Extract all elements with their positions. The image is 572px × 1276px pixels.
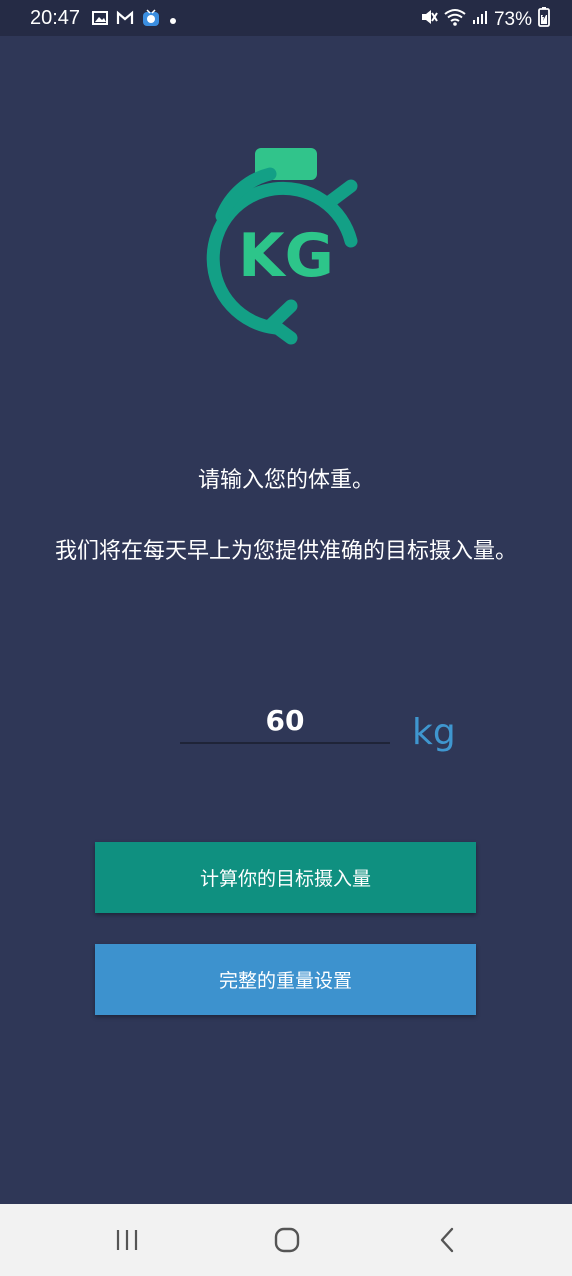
status-bar: 20:47 73% [0,0,572,36]
back-button[interactable] [423,1222,473,1262]
weight-input[interactable] [180,698,390,744]
signal-icon [472,9,488,31]
logo-text: KG [238,221,334,291]
prompt-line-2: 我们将在每天早上为您提供准确的目标摄入量。 [54,539,517,564]
battery-percent: 73% [493,9,532,30]
recent-apps-button[interactable] [102,1222,152,1262]
back-icon [438,1227,458,1257]
recent-apps-icon [114,1228,140,1256]
status-time: 20:47 [30,7,81,29]
notification-icons [92,9,178,33]
weight-unit-label: kg [412,712,456,753]
app-tv-icon [142,9,160,33]
prompt-line-1: 请输入您的体重。 [197,468,374,493]
battery-icon [538,7,550,33]
calculate-target-intake-button[interactable]: 计算你的目标摄入量 [95,842,476,913]
mute-icon [420,8,438,32]
status-right: 73% [420,7,550,33]
wifi-icon [444,8,466,32]
full-weight-settings-button[interactable]: 完整的重量设置 [95,944,476,1015]
image-icon [92,10,108,32]
home-button[interactable] [262,1222,312,1262]
kg-timer-logo: KG [206,146,366,346]
home-icon [274,1227,300,1257]
system-nav-bar [0,1204,572,1276]
gmail-icon [116,10,134,32]
dot-icon [168,10,178,32]
